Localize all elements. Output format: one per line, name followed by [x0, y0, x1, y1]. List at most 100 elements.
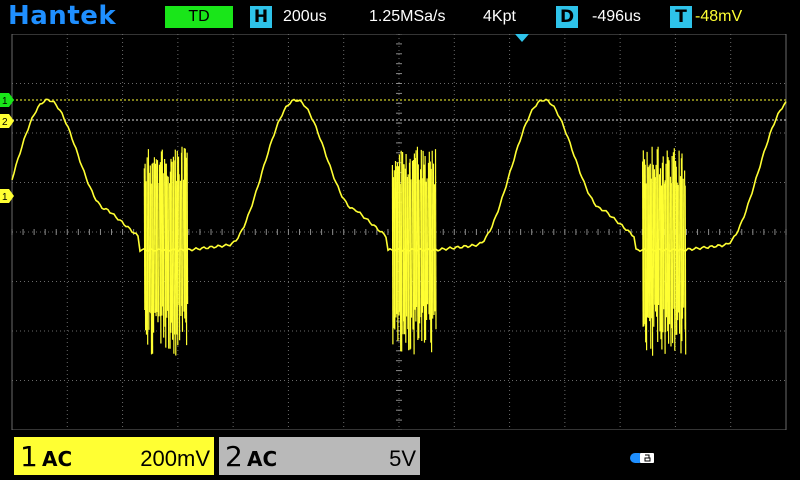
- burst-segment: [418, 179, 421, 324]
- burst-segment: [648, 165, 651, 322]
- burst-segment: [434, 149, 437, 330]
- brand-logo: Hantek: [8, 1, 117, 31]
- burst-segment: [153, 157, 156, 313]
- horizontal-tag[interactable]: H: [250, 6, 272, 28]
- channel-1-number: 1: [20, 440, 38, 473]
- burst-segment: [185, 157, 188, 346]
- channel-2-scale: 5V: [389, 446, 416, 471]
- burst-segment: [164, 163, 167, 348]
- sample-rate-value: 1.25MSa/s: [369, 8, 446, 25]
- burst-segment: [657, 146, 660, 306]
- burst-segment: [173, 160, 176, 335]
- burst-segment: [150, 183, 153, 355]
- burst-segment: [671, 155, 674, 344]
- waveform-display[interactable]: 1 2 1: [0, 34, 800, 430]
- burst-segment: [399, 183, 402, 352]
- channel-2-coupling: AC: [247, 447, 278, 471]
- burst-segment: [179, 180, 182, 317]
- burst-segment: [433, 184, 436, 312]
- burst-segment: [393, 170, 396, 330]
- graticule: 1 2 1: [0, 34, 787, 430]
- burst-segment: [396, 162, 399, 341]
- channel-2-panel[interactable]: 2 AC 5V: [219, 437, 420, 475]
- channel-1-scale: 200mV: [140, 446, 210, 471]
- burst-segment: [645, 183, 648, 351]
- burst-segment: [148, 172, 151, 313]
- svg-text:1: 1: [2, 96, 8, 107]
- timebase-value: 200us: [283, 8, 327, 25]
- svg-text:1: 1: [2, 192, 8, 203]
- burst-segment: [166, 175, 169, 311]
- burst-segment: [407, 174, 410, 351]
- burst-segment: [155, 159, 158, 313]
- burst-segment: [651, 146, 654, 356]
- burst-segment: [660, 185, 663, 350]
- svg-text:2: 2: [2, 117, 8, 128]
- burst-segment: [421, 178, 424, 313]
- burst-segment: [682, 178, 685, 308]
- burst-segment: [426, 178, 429, 305]
- channel-strip: 1 AC 200mV 2 AC 5V: [0, 430, 800, 480]
- burst-segment: [411, 160, 414, 330]
- burst-segment: [167, 176, 170, 349]
- burst-segment: [183, 148, 186, 319]
- burst-segment: [652, 164, 655, 327]
- run-mode-badge[interactable]: TD: [165, 6, 233, 28]
- channel-1-panel[interactable]: 1 AC 200mV: [14, 437, 214, 475]
- delay-tag[interactable]: D: [556, 6, 578, 28]
- triangle-down-icon[interactable]: [515, 34, 529, 42]
- burst-segment: [642, 150, 645, 327]
- burst-segment: [647, 167, 650, 318]
- burst-segment: [413, 153, 416, 310]
- burst-segment: [395, 166, 398, 315]
- burst-segment: [662, 156, 665, 310]
- trigger-tag[interactable]: T: [670, 6, 692, 28]
- burst-segment: [677, 184, 680, 313]
- burst-segment: [654, 177, 657, 312]
- burst-segment: [145, 181, 148, 335]
- burst-segment: [423, 164, 426, 343]
- burst-segment: [403, 164, 406, 335]
- burst-segment: [175, 180, 178, 335]
- burst-segment: [670, 183, 673, 329]
- burst-segment: [410, 179, 413, 318]
- burst-segment: [157, 182, 160, 317]
- burst-segment: [186, 152, 189, 305]
- burst-segment: [655, 164, 658, 317]
- burst-segment: [152, 162, 155, 333]
- burst-segment: [415, 150, 418, 308]
- burst-segment: [431, 150, 434, 319]
- delay-value: -496us: [592, 8, 641, 25]
- burst-segment: [664, 180, 667, 333]
- burst-segment: [405, 153, 408, 317]
- burst-segment: [174, 149, 177, 356]
- burst-segment: [430, 168, 433, 353]
- burst-segment: [151, 163, 154, 354]
- burst-segment: [667, 157, 670, 344]
- burst-segment: [668, 160, 671, 325]
- trigger-level-value: -48mV: [695, 8, 743, 25]
- burst-segment: [678, 150, 681, 334]
- burst-segment: [428, 151, 431, 320]
- channel-2-number: 2: [225, 440, 243, 473]
- burst-segment: [646, 151, 649, 318]
- channel-1-coupling: AC: [42, 447, 73, 471]
- burst-segment: [159, 162, 162, 344]
- burst-segment: [178, 174, 181, 341]
- burst-segment: [181, 146, 184, 332]
- status-bar: Hantek TD H 200us 1.25MSa/s 4Kpt D -496u…: [0, 0, 800, 34]
- burst-segment: [425, 181, 428, 321]
- burst-segment: [665, 163, 668, 318]
- burst-segment: [400, 150, 403, 352]
- burst-segment: [161, 149, 164, 307]
- burst-segment: [162, 173, 165, 338]
- burst-segment: [684, 185, 687, 355]
- burst-segment: [681, 153, 684, 319]
- burst-segment: [650, 178, 653, 319]
- usb-drive-icon: [630, 453, 654, 463]
- burst-segment: [391, 164, 394, 345]
- burst-segment: [170, 158, 173, 323]
- burst-segment: [176, 150, 179, 346]
- burst-segment: [146, 157, 149, 345]
- burst-segment: [171, 161, 174, 340]
